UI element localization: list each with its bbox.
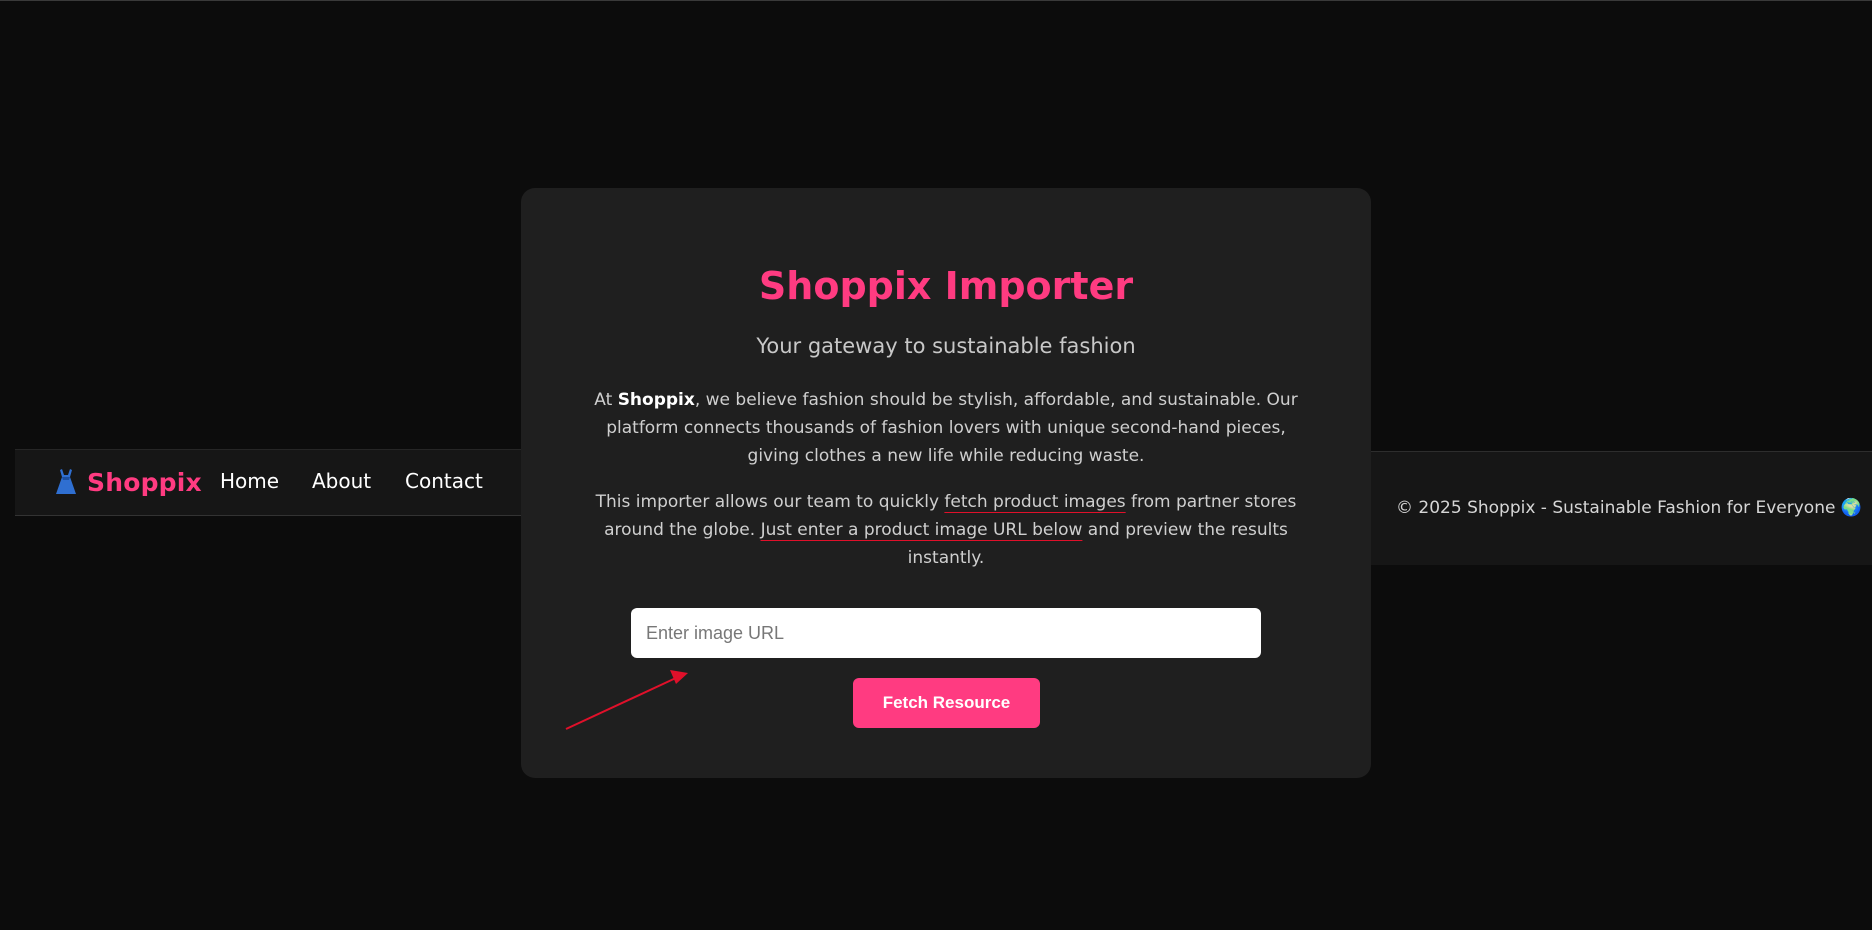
red-arrow-icon: [565, 670, 688, 730]
